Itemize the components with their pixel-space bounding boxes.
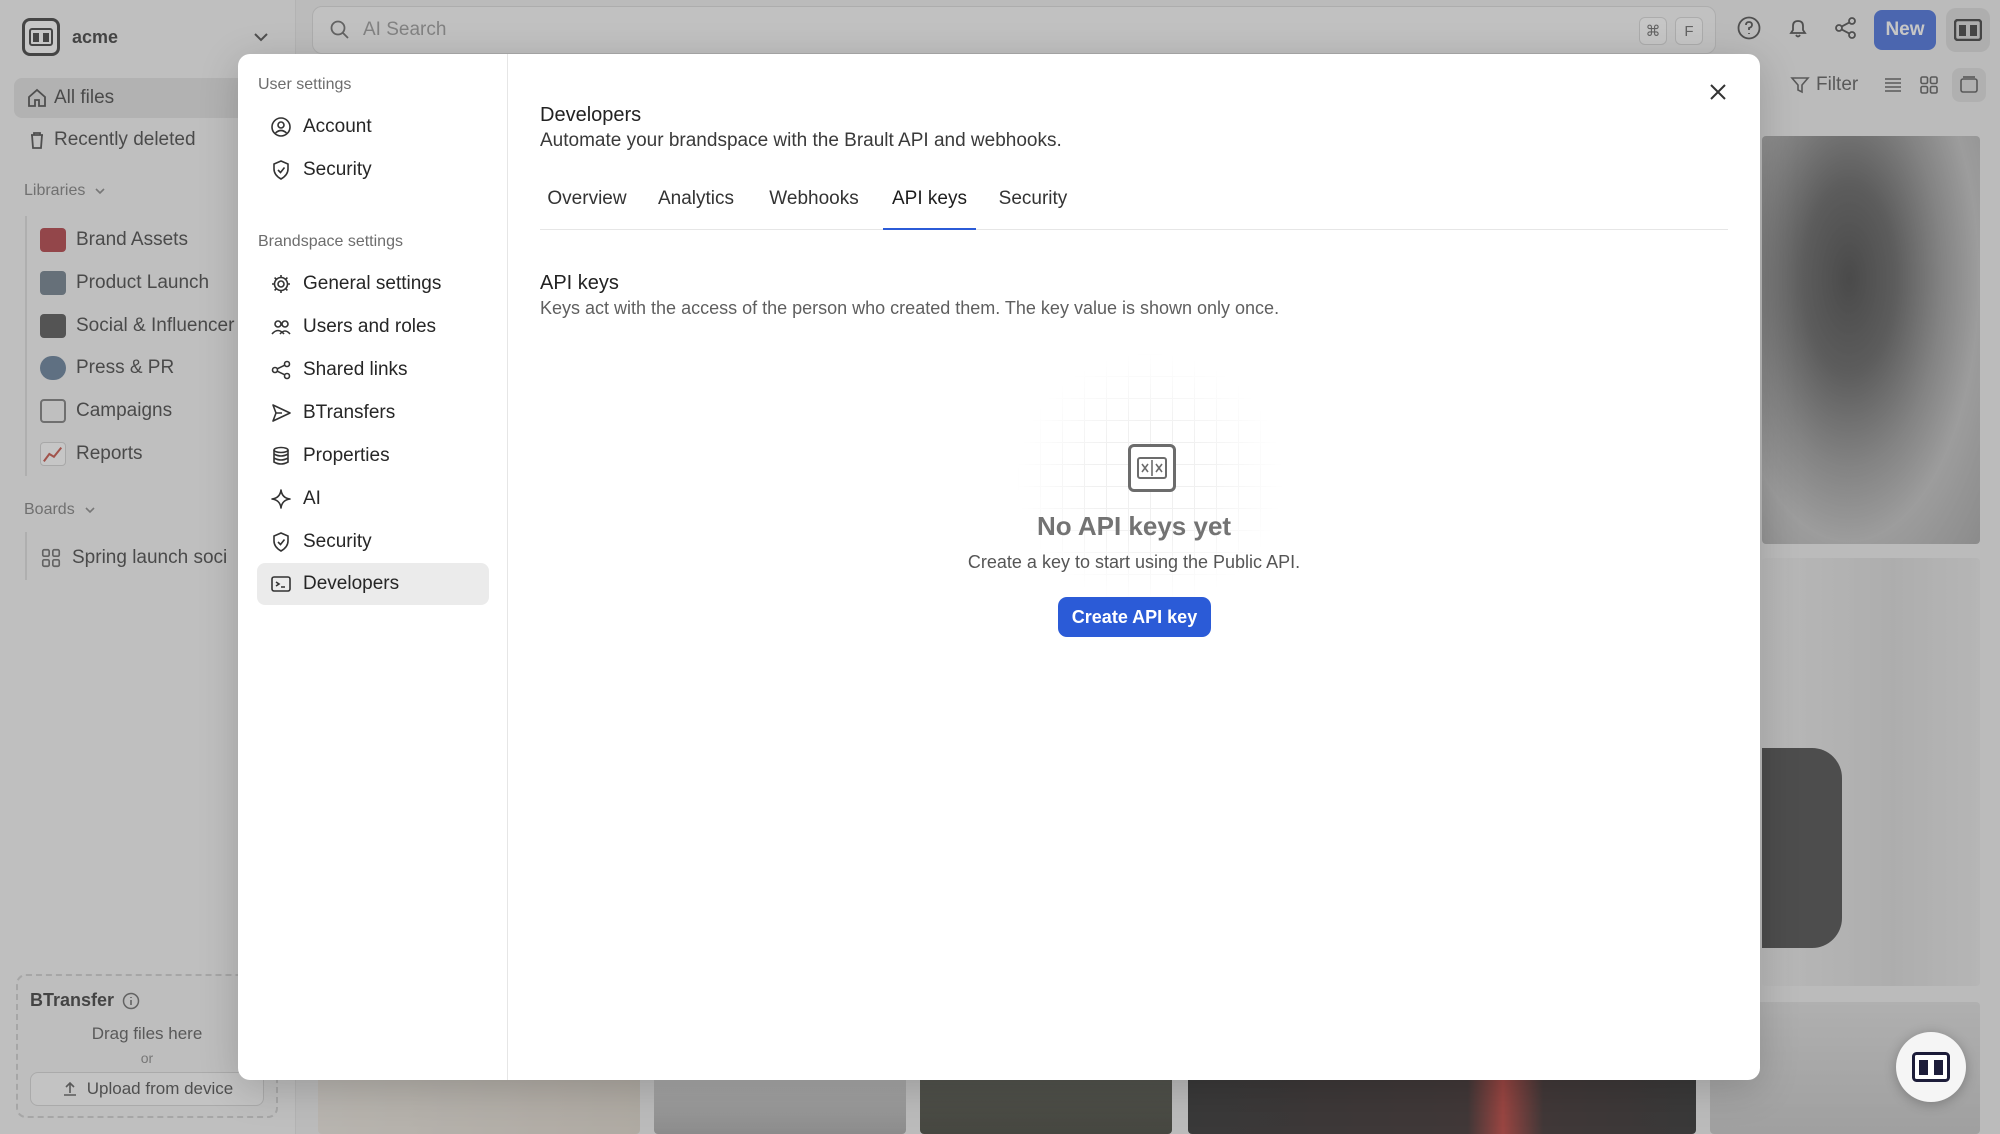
shield-check-icon [269,530,293,554]
nav-item-shared-links[interactable]: Shared links [257,349,489,391]
brandspace-settings-heading: Brandspace settings [258,233,403,250]
nav-item-label: Shared links [303,359,408,380]
empty-key-icon [1128,444,1176,492]
page-subtitle: Automate your brandspace with the Brault… [540,130,1062,151]
gear-icon [269,272,293,296]
nav-item-brandspace-security[interactable]: Security [257,521,489,563]
nav-item-label: Security [303,159,372,180]
user-circle-icon [269,115,293,139]
settings-modal: User settings Account Security Brandspac… [238,54,1760,1080]
nav-item-label: Users and roles [303,316,437,337]
page-title: Developers [540,104,642,126]
tab-api-keys[interactable]: API keys [883,182,976,230]
nav-item-ai[interactable]: AI [257,478,489,520]
nav-item-general-settings[interactable]: General settings [257,263,489,305]
help-launcher-button[interactable] [1896,1032,1966,1102]
nav-item-label: General settings [303,273,442,294]
empty-state-title: No API keys yet [1036,511,1232,541]
section-subtitle: Keys act with the access of the person w… [540,298,1280,318]
developer-tabs: Overview Analytics Webhooks API keys Sec… [540,182,1728,230]
shield-check-icon [269,158,293,182]
empty-state-subtitle: Create a key to start using the Public A… [967,552,1301,572]
settings-content: Developers Automate your brandspace with… [508,54,1760,1080]
share-icon [269,358,293,382]
database-icon [269,444,293,468]
section-title: API keys [540,272,619,294]
nav-item-users-and-roles[interactable]: Users and roles [257,306,489,348]
send-icon [269,401,293,425]
nav-item-label: AI [303,488,321,509]
nav-item-label: Developers [303,573,400,594]
sparkle-icon [269,487,293,511]
tab-webhooks[interactable]: Webhooks [760,182,868,230]
tab-security[interactable]: Security [990,182,1076,230]
nav-item-label: Account [303,116,372,137]
nav-item-account[interactable]: Account [257,106,489,148]
nav-item-developers[interactable]: Developers [257,563,489,605]
users-icon [269,315,293,339]
nav-item-label: BTransfers [303,402,396,423]
nav-item-label: Properties [303,445,390,466]
nav-item-user-security[interactable]: Security [257,149,489,191]
terminal-icon [269,572,293,596]
user-settings-heading: User settings [258,76,352,93]
create-api-key-button[interactable]: Create API key [1058,597,1211,637]
tab-analytics[interactable]: Analytics [652,182,740,230]
tab-overview[interactable]: Overview [540,182,634,230]
settings-nav: User settings Account Security Brandspac… [238,54,508,1080]
nav-item-btransfers[interactable]: BTransfers [257,392,489,434]
nav-item-label: Security [303,531,372,552]
close-icon[interactable] [1700,74,1736,110]
nav-item-properties[interactable]: Properties [257,435,489,477]
